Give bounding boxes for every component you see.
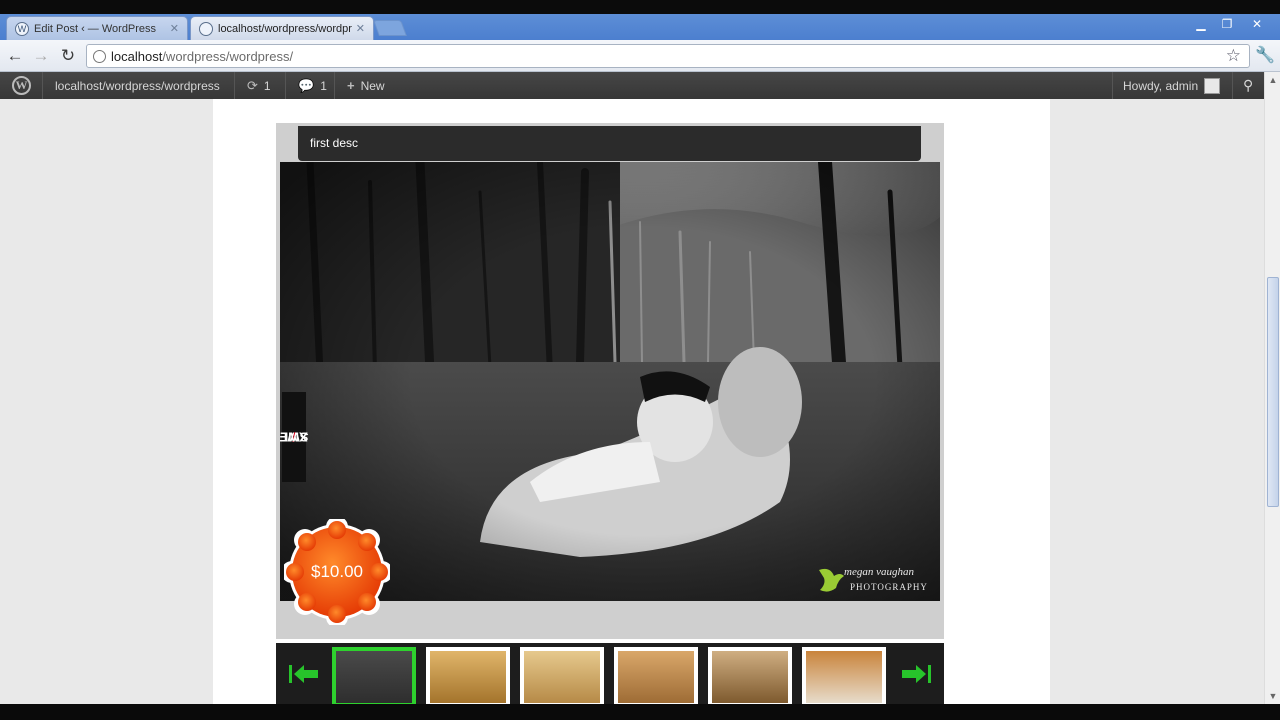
thumbnail-3[interactable] xyxy=(520,647,604,704)
thumbnail-6[interactable] xyxy=(802,647,886,704)
strip-next-arrow-icon[interactable] xyxy=(900,663,932,685)
scrollbar-thumb[interactable] xyxy=(1267,277,1279,507)
close-window-icon[interactable]: ✕ xyxy=(1244,16,1270,32)
thumbnail-image xyxy=(806,651,882,703)
image-description: first desc xyxy=(298,126,921,161)
site-name-link[interactable]: localhost/wordpress/wordpress xyxy=(55,72,220,99)
tab-title: localhost/wordpress/wordpress xyxy=(218,22,352,35)
new-label: New xyxy=(360,78,385,93)
page-scrollbar[interactable]: ▲ ▼ xyxy=(1264,72,1280,704)
wp-admin-bar: W localhost/wordpress/wordpress ⟳ 1 💬 1 … xyxy=(0,72,1264,99)
greeting-text: Howdy, admin xyxy=(1123,78,1199,93)
xml-swf-badge[interactable]: XML / SWF xyxy=(280,392,308,482)
comments-link[interactable]: 💬 1 xyxy=(298,72,327,99)
close-tab-icon[interactable]: ✕ xyxy=(170,22,179,35)
thumbnail-image xyxy=(618,651,694,703)
globe-icon xyxy=(93,49,106,63)
scroll-up-arrow-icon[interactable]: ▲ xyxy=(1265,72,1280,88)
forward-icon[interactable]: → xyxy=(30,45,52,67)
photographer-watermark: megan vaughan PHOTOGRAPHY xyxy=(816,560,940,600)
url-host: localhost xyxy=(111,48,163,64)
thumbnail-image xyxy=(712,651,788,703)
updates-link[interactable]: ⟳ 1 xyxy=(247,72,271,99)
content-column: first desc XML / SWF megan vaughan PHOTO… xyxy=(213,99,1050,704)
image-gallery: first desc XML / SWF megan vaughan PHOTO… xyxy=(276,123,944,639)
updates-count: 1 xyxy=(263,78,271,93)
separator xyxy=(334,72,335,99)
avatar xyxy=(1204,77,1221,94)
thumbnail-1[interactable] xyxy=(332,647,416,704)
url-path: /wordpress/wordpress/ xyxy=(162,48,294,64)
separator xyxy=(1232,72,1233,99)
wrench-icon[interactable]: 🔧 xyxy=(1254,45,1276,67)
new-tab-button[interactable] xyxy=(373,20,407,36)
scroll-down-arrow-icon[interactable]: ▼ xyxy=(1265,688,1280,704)
separator xyxy=(1112,72,1113,99)
thumbnail-image xyxy=(524,651,600,703)
bottom-border xyxy=(0,704,1280,720)
tab-title: Edit Post ‹ — WordPress xyxy=(34,22,157,35)
reload-icon[interactable]: ↻ xyxy=(57,45,79,67)
comment-bubble-icon: 💬 xyxy=(298,77,315,93)
strip-previous-arrow-icon[interactable] xyxy=(288,663,320,685)
restore-icon[interactable]: ❐ xyxy=(1214,16,1240,32)
watermark-subtitle: PHOTOGRAPHY xyxy=(850,582,928,592)
tab-edit-post[interactable]: W Edit Post ‹ — WordPress ✕ xyxy=(6,16,188,40)
comments-count: 1 xyxy=(320,78,327,93)
wordpress-logo-icon[interactable]: W xyxy=(12,76,31,95)
my-account-link[interactable]: Howdy, admin xyxy=(1123,72,1221,99)
thumbnail-image xyxy=(336,651,412,703)
search-icon[interactable]: ⚲ xyxy=(1243,72,1253,99)
bird-logo-icon xyxy=(819,568,844,592)
tab-localhost[interactable]: localhost/wordpress/wordpress ✕ xyxy=(190,16,374,40)
updates-icon: ⟳ xyxy=(247,77,258,93)
price-badge[interactable]: $10.00 xyxy=(281,516,393,628)
separator xyxy=(42,72,43,99)
watermark-name: megan vaughan xyxy=(844,566,914,578)
back-icon[interactable]: ← xyxy=(4,45,26,67)
thumbnail-2[interactable] xyxy=(426,647,510,704)
separator xyxy=(285,72,286,99)
thumbnail-strip xyxy=(276,643,944,704)
separator xyxy=(234,72,235,99)
thumbnail-4[interactable] xyxy=(614,647,698,704)
address-bar[interactable]: localhost/wordpress/wordpress/ ☆ xyxy=(86,44,1250,68)
thumbnail-5[interactable] xyxy=(708,647,792,704)
globe-favicon-icon xyxy=(199,21,213,36)
wordpress-favicon-icon: W xyxy=(15,21,29,36)
bookmark-star-icon[interactable]: ☆ xyxy=(1226,46,1241,66)
minimize-icon[interactable]: ▁ xyxy=(1188,16,1214,32)
new-content-link[interactable]: + New xyxy=(347,72,385,99)
plus-icon: + xyxy=(347,78,355,93)
browser-toolbar: ← → ↻ localhost/wordpress/wordpress/ ☆ 🔧 xyxy=(0,40,1280,72)
price-text: $10.00 xyxy=(311,562,363,581)
page-viewport: first desc XML / SWF megan vaughan PHOTO… xyxy=(0,99,1264,704)
close-tab-icon[interactable]: ✕ xyxy=(356,22,365,35)
thumbnail-image xyxy=(430,651,506,703)
